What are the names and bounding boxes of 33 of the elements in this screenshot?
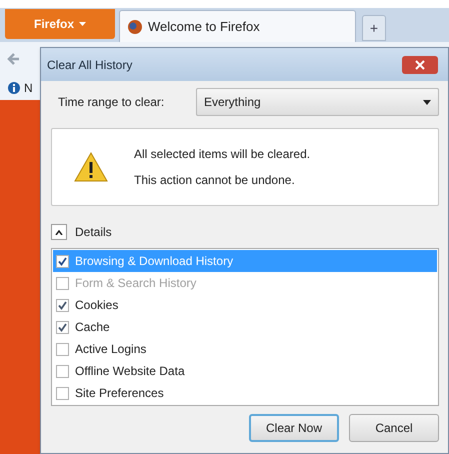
close-icon [415, 60, 425, 70]
dialog-title: Clear All History [47, 56, 132, 74]
check-icon [58, 256, 67, 266]
dialog-button[interactable]: Clear Now [249, 414, 339, 442]
details-label: Details [75, 224, 112, 241]
checkbox[interactable] [56, 320, 69, 334]
info-icon [8, 82, 20, 94]
dialog-button[interactable]: Cancel [349, 414, 439, 442]
time-range-dropdown[interactable]: Everything [196, 88, 439, 116]
checkbox[interactable] [56, 298, 69, 312]
check-icon [58, 322, 67, 332]
new-tab-button[interactable]: + [362, 15, 386, 41]
history-option[interactable]: Active Logins [53, 338, 437, 360]
dropdown-arrow-icon [423, 100, 431, 104]
warning-text: This action cannot be undone. [134, 172, 296, 189]
checkbox[interactable] [56, 254, 69, 268]
checkbox[interactable] [56, 386, 69, 400]
checkbox[interactable] [56, 364, 69, 378]
history-option[interactable]: Cache [53, 316, 437, 338]
check-icon [58, 300, 67, 310]
history-option[interactable]: Site Preferences [53, 382, 437, 404]
warning-icon [74, 152, 108, 182]
bookmark-label: N [24, 80, 33, 96]
close-button[interactable] [402, 56, 438, 74]
time-range-label: Time range to clear: [57, 94, 166, 111]
history-option[interactable]: Cookies [53, 294, 437, 316]
checkbox[interactable] [56, 342, 69, 356]
caret-icon [79, 22, 86, 26]
warning-text: All selected items will be cleared. [134, 146, 310, 163]
browser-tab[interactable]: Welcome to Firefox [119, 10, 356, 42]
globe-icon [128, 20, 142, 34]
details-toggle[interactable] [51, 224, 67, 240]
history-option[interactable]: Offline Website Data [53, 360, 437, 382]
